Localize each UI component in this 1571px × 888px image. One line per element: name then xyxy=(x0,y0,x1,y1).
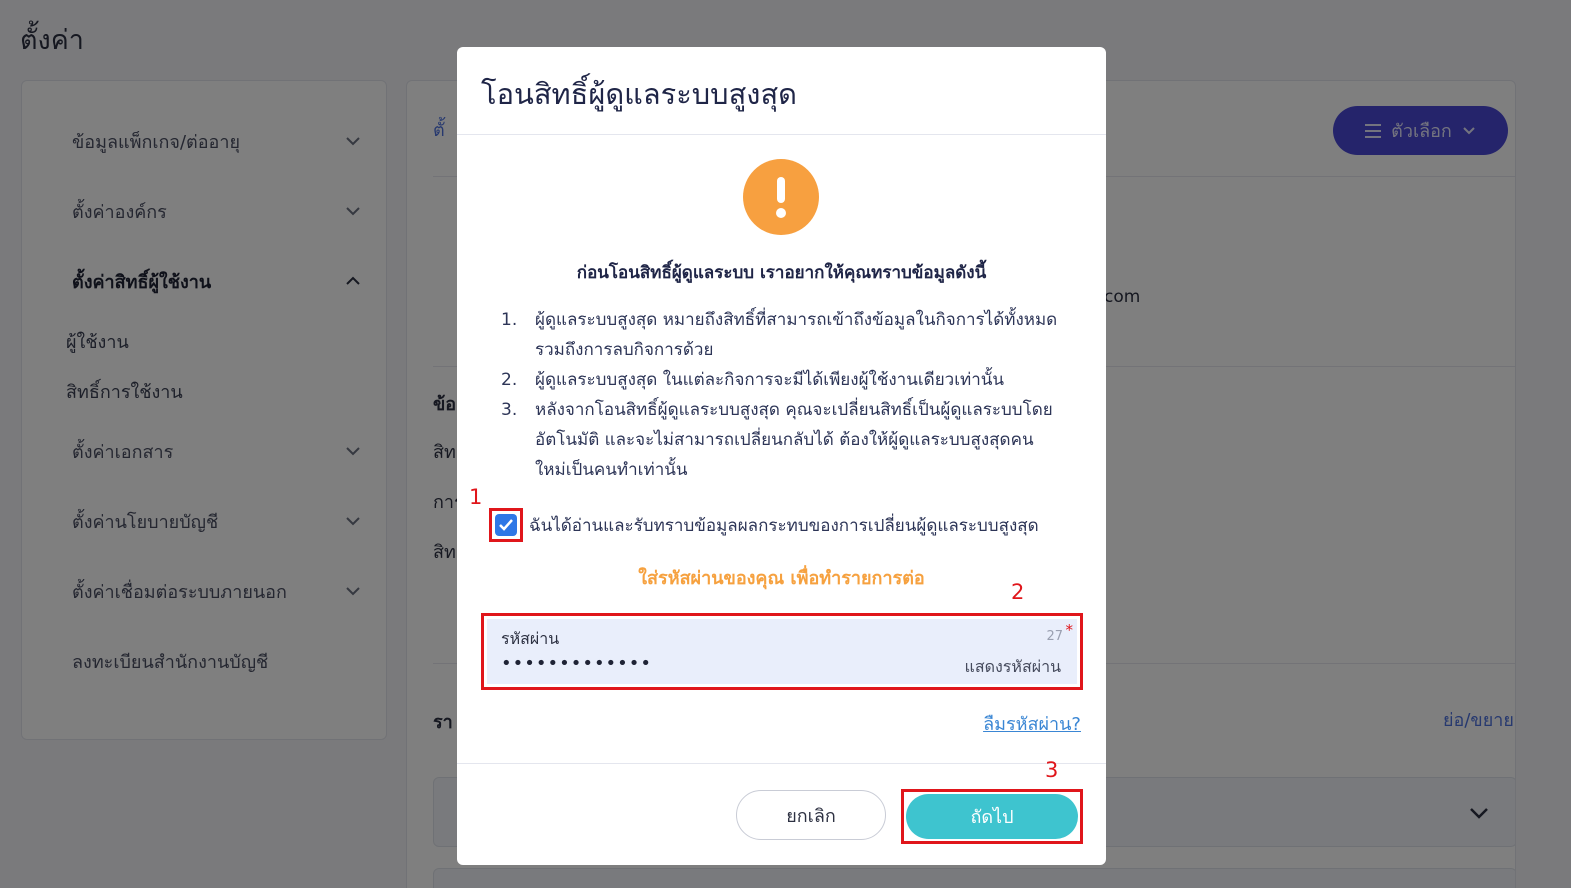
password-label: รหัสผ่าน xyxy=(501,629,560,648)
modal-header-divider xyxy=(457,134,1106,135)
cancel-button[interactable]: ยกเลิก xyxy=(736,790,886,840)
list-item-number: 2. xyxy=(501,370,518,390)
password-hint: ใส่รหัสผ่านของคุณ เพื่อทำรายการต่อ xyxy=(638,568,925,589)
warning-icon xyxy=(743,159,819,235)
transfer-admin-modal: โอนสิทธิ์ผู้ดูแลระบบสูงสุด ก่อนโอนสิทธิ์… xyxy=(457,47,1106,865)
step-annotation-2: 2 xyxy=(1011,580,1025,604)
required-mark: * xyxy=(1065,621,1074,639)
check-icon xyxy=(499,519,513,531)
notice-list: 1. ผู้ดูแลระบบสูงสุด หมายถึงสิทธิ์ที่สาม… xyxy=(501,305,1061,485)
list-item: 3. หลังจากโอนสิทธิ์ผู้ดูแลระบบสูงสุด คุณ… xyxy=(501,395,1061,485)
acknowledge-checkbox[interactable] xyxy=(495,514,517,536)
acknowledge-label: ฉันได้อ่านและรับทราบข้อมูลผลกระทบของการเ… xyxy=(529,515,1039,536)
step-annotation-3: 3 xyxy=(1045,758,1059,782)
list-item: 1. ผู้ดูแลระบบสูงสุด หมายถึงสิทธิ์ที่สาม… xyxy=(501,305,1061,365)
list-item-text: ผู้ดูแลระบบสูงสุด หมายถึงสิทธิ์ที่สามารถ… xyxy=(535,310,1058,360)
highlight-box-3: ถัดไป xyxy=(901,789,1083,844)
step-annotation-1: 1 xyxy=(469,485,483,509)
modal-footer-divider xyxy=(457,763,1106,764)
acknowledge-row: ฉันได้อ่านและรับทราบข้อมูลผลกระทบของการเ… xyxy=(489,508,1039,542)
forgot-password-link[interactable]: ลืมรหัสผ่าน? xyxy=(983,709,1081,738)
modal-title: โอนสิทธิ์ผู้ดูแลระบบสูงสุด xyxy=(481,77,797,111)
list-item-text: ผู้ดูแลระบบสูงสุด ในแต่ละกิจการจะมีได้เพ… xyxy=(535,370,1005,390)
list-item-number: 3. xyxy=(501,400,518,420)
highlight-box-1 xyxy=(489,508,523,542)
next-button[interactable]: ถัดไป xyxy=(906,794,1078,839)
password-field[interactable]: รหัสผ่าน 27 * ••••••••••••• แสดงรหัสผ่าน xyxy=(487,619,1077,684)
warning-heading: ก่อนโอนสิทธิ์ผู้ดูแลระบบ เราอยากให้คุณทร… xyxy=(576,263,987,283)
list-item-text: หลังจากโอนสิทธิ์ผู้ดูแลระบบสูงสุด คุณจะเ… xyxy=(535,400,1053,480)
password-char-count: 27 xyxy=(1046,629,1063,644)
list-item: 2. ผู้ดูแลระบบสูงสุด ในแต่ละกิจการจะมีได… xyxy=(501,365,1061,395)
highlight-box-2: รหัสผ่าน 27 * ••••••••••••• แสดงรหัสผ่าน xyxy=(481,613,1083,690)
show-password-toggle[interactable]: แสดงรหัสผ่าน xyxy=(965,655,1061,680)
list-item-number: 1. xyxy=(501,310,518,330)
password-input[interactable]: ••••••••••••• xyxy=(501,653,652,674)
